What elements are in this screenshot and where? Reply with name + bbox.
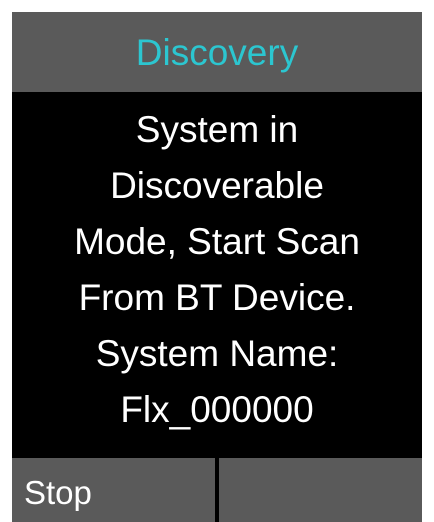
message-line: System Name: [95, 333, 339, 374]
softkey-bar: Stop [12, 458, 422, 522]
message-line: Discoverable [110, 165, 324, 206]
right-softkey[interactable] [219, 458, 422, 522]
device-screen: Discovery System in Discoverable Mode, S… [12, 12, 422, 522]
page-title: Discovery [135, 31, 299, 73]
discovery-message: System in Discoverable Mode, Start Scan … [12, 102, 422, 438]
title-bar: Discovery [12, 12, 422, 92]
message-line: From BT Device. [78, 277, 356, 318]
message-line: System in [135, 109, 299, 150]
system-name-value: Flx_000000 [120, 389, 314, 430]
stop-softkey[interactable]: Stop [12, 458, 215, 522]
message-line: Mode, Start Scan [74, 221, 360, 262]
